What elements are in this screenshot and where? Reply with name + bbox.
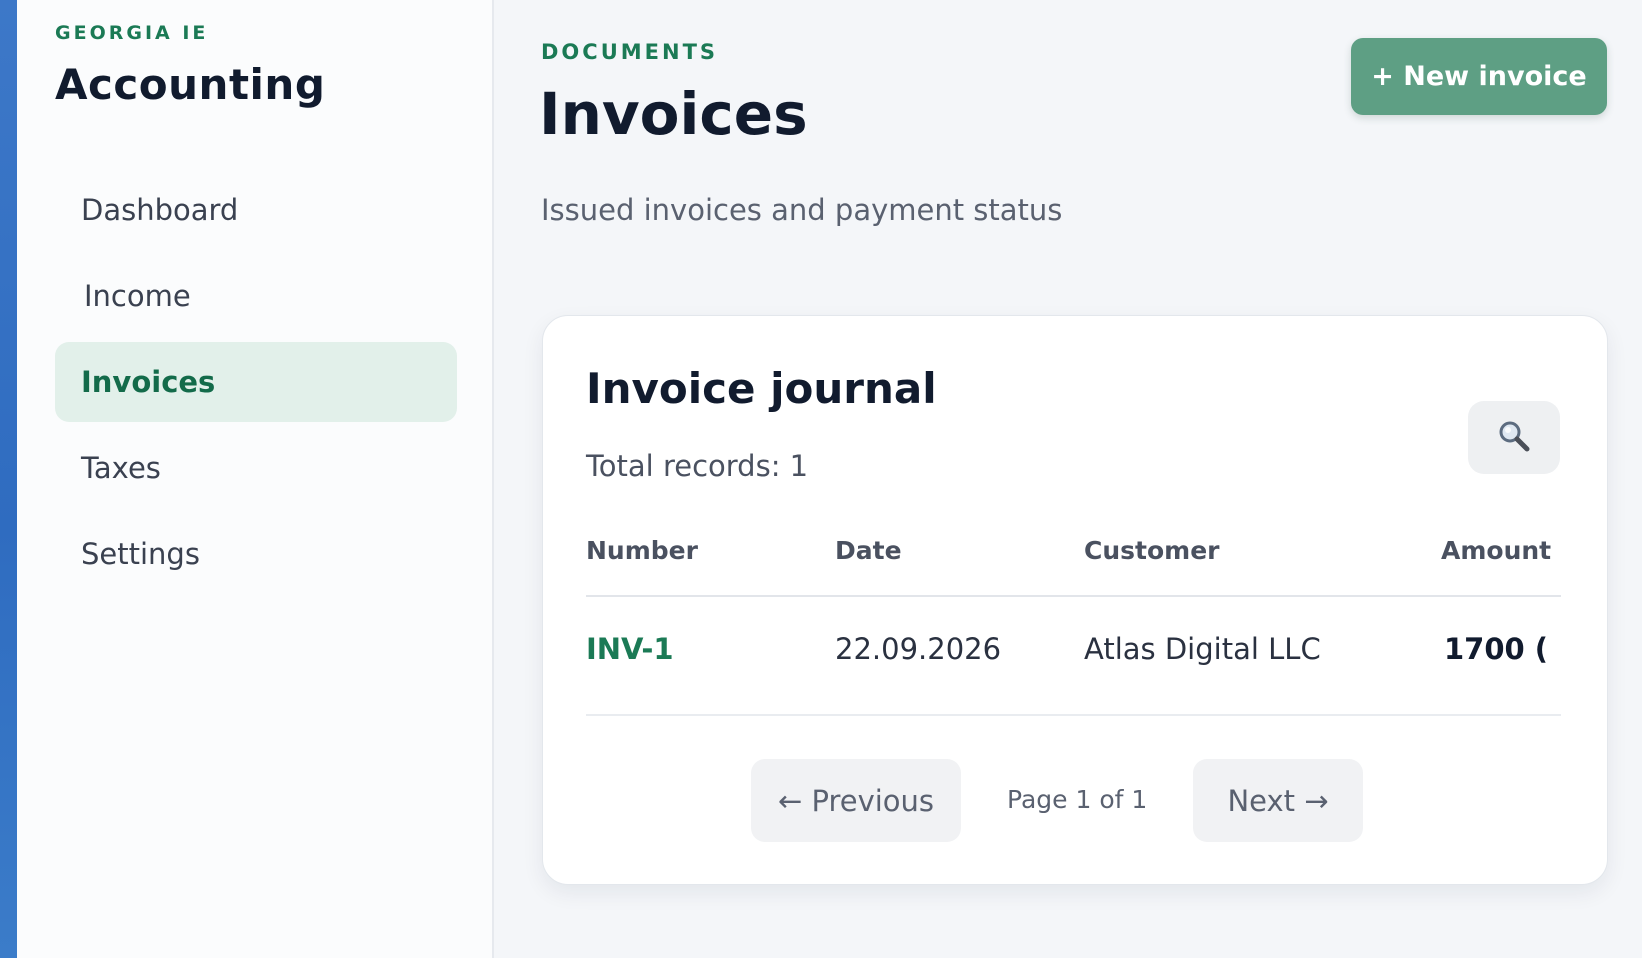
organization-name: GEORGIA IE	[55, 22, 209, 44]
invoice-amount: 1700 (	[1444, 632, 1549, 666]
invoice-number-link[interactable]: INV-1	[586, 632, 674, 666]
card-title: Invoice journal	[586, 364, 937, 413]
sidebar-item-income[interactable]: Income	[55, 256, 457, 336]
sidebar: GEORGIA IE Accounting Dashboard Income I…	[17, 0, 494, 958]
invoice-customer: Atlas Digital LLC	[1084, 632, 1321, 666]
sidebar-item-label: Invoices	[81, 365, 216, 399]
sidebar-item-dashboard[interactable]: Dashboard	[55, 170, 457, 250]
new-invoice-button[interactable]: + New invoice	[1351, 38, 1607, 115]
section-eyebrow: DOCUMENTS	[541, 40, 719, 64]
column-header-amount[interactable]: Amount	[1441, 536, 1551, 565]
pagination: ← Previous Page 1 of 1 Next →	[543, 759, 1607, 844]
sidebar-item-label: Income	[84, 279, 191, 313]
sidebar-item-settings[interactable]: Settings	[55, 514, 457, 594]
page-subtitle: Issued invoices and payment status	[541, 193, 1063, 227]
row-divider	[586, 714, 1561, 716]
sidebar-item-taxes[interactable]: Taxes	[55, 428, 457, 508]
sidebar-item-label: Dashboard	[81, 193, 239, 227]
header-divider	[586, 595, 1561, 597]
sidebar-item-invoices[interactable]: Invoices	[55, 342, 457, 422]
main-content: DOCUMENTS Invoices Issued invoices and p…	[494, 0, 1642, 958]
search-button[interactable]	[1468, 401, 1560, 474]
previous-page-button[interactable]: ← Previous	[751, 759, 961, 842]
page-title: Invoices	[539, 80, 808, 148]
page-indicator: Page 1 of 1	[1007, 785, 1148, 814]
column-header-number[interactable]: Number	[586, 536, 698, 565]
total-records: Total records: 1	[586, 449, 809, 483]
next-page-button[interactable]: Next →	[1193, 759, 1363, 842]
column-header-customer[interactable]: Customer	[1084, 536, 1220, 565]
app-title: Accounting	[55, 60, 326, 109]
sidebar-item-label: Settings	[81, 537, 200, 571]
sidebar-item-label: Taxes	[81, 451, 161, 485]
window-edge	[0, 0, 17, 958]
invoice-table: Number Date Customer Amount INV-1 22.09.…	[586, 516, 1561, 726]
invoice-journal-card: Invoice journal Total records: 1 Number …	[542, 315, 1608, 885]
invoice-date: 22.09.2026	[835, 632, 1002, 666]
search-icon	[1497, 419, 1531, 457]
column-header-date[interactable]: Date	[835, 536, 902, 565]
app-window: GEORGIA IE Accounting Dashboard Income I…	[0, 0, 1642, 958]
